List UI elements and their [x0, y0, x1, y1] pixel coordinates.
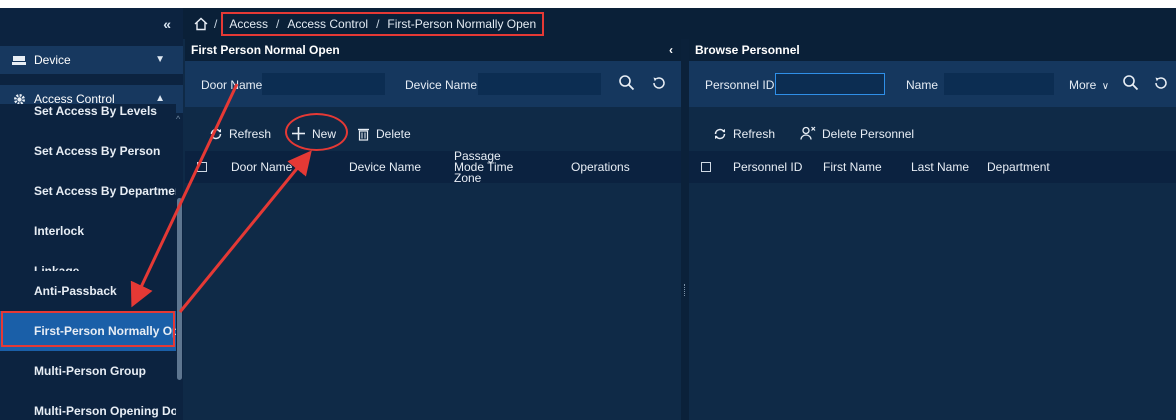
delete-personnel-button[interactable]: Delete Personnel [800, 126, 914, 141]
select-all-checkbox[interactable] [701, 162, 711, 172]
refresh-label: Refresh [229, 127, 272, 141]
sidebar-item-label: Interlock [34, 224, 85, 238]
column-header-first-name[interactable]: First Name [823, 151, 882, 183]
trash-icon [358, 128, 369, 141]
toolbar: Refresh Delete Personnel [689, 121, 1176, 149]
sidebar-group-device[interactable]: Device ▼ [0, 46, 183, 74]
chevron-up-icon: ▲ [155, 93, 165, 104]
chevron-down-icon: ∨ [1101, 81, 1110, 92]
delete-button[interactable]: Delete [357, 127, 411, 141]
browse-personnel-panel: Browse Personnel Personnel ID Name More … [689, 39, 1176, 420]
door-name-label: Door Name [201, 78, 263, 92]
splitter-grip[interactable] [684, 284, 686, 296]
breadcrumb-highlight: Access / Access Control / First-Person N… [221, 11, 545, 36]
new-button-highlight-circle [285, 113, 348, 151]
toolbar: Refresh New Delete [185, 121, 681, 149]
breadcrumb-item-current: First-Person Normally Open [387, 16, 537, 31]
refresh-button[interactable]: Refresh [209, 127, 271, 141]
top-strip [0, 0, 1176, 8]
sidebar-group-label: Device [34, 53, 71, 67]
column-header-passage-mode[interactable]: Passage Mode Time Zone [454, 150, 534, 184]
sidebar-item-multi-person-group[interactable]: Multi-Person Group [0, 351, 176, 391]
collapse-panel-icon[interactable]: ‹ [669, 43, 673, 57]
sidebar-item-set-access-by-department[interactable]: Set Access By Department [0, 171, 176, 211]
column-header-last-name[interactable]: Last Name [911, 151, 969, 183]
search-bar: Personnel ID Name More ∨ [689, 61, 1176, 107]
delete-personnel-label: Delete Personnel [822, 126, 915, 141]
table-header: Personnel ID First Name Last Name Depart… [689, 151, 1176, 183]
sidebar-item-set-access-by-levels[interactable]: Set Access By Levels [0, 104, 176, 124]
sidebar-item-multi-person-opening-door[interactable]: Multi-Person Opening Door [0, 391, 176, 420]
breadcrumb: / Access / Access Control / First-Person… [183, 8, 1176, 39]
sidebar-item-label: Anti-Passback [34, 284, 117, 298]
sidebar-item-label: Multi-Person Opening Door [34, 404, 176, 418]
breadcrumb-separator: / [276, 16, 280, 31]
column-header-personnel-id[interactable]: Personnel ID [733, 151, 802, 183]
column-header-department[interactable]: Department [987, 151, 1050, 183]
personnel-id-input[interactable] [775, 73, 885, 95]
sidebar-scrollbar-thumb[interactable] [177, 198, 182, 380]
sidebar-item-label: Set Access By Person [34, 144, 161, 158]
device-name-input[interactable] [478, 73, 601, 95]
breadcrumb-item-access-control[interactable]: Access Control [287, 17, 368, 31]
first-person-panel: First Person Normal Open ‹ Door Name Dev… [185, 39, 681, 420]
sidebar-item-label: Set Access By Levels [34, 104, 157, 118]
search-icon[interactable] [618, 74, 636, 92]
column-header-operations: Operations [571, 159, 630, 174]
sidebar-selection-highlight [1, 311, 175, 347]
refresh-label: Refresh [733, 127, 776, 141]
delete-label: Delete [376, 127, 411, 141]
breadcrumb-item-access[interactable]: Access [229, 17, 268, 31]
refresh-icon [210, 128, 222, 140]
collapse-sidebar-icon[interactable]: « [163, 16, 171, 32]
home-icon[interactable] [194, 17, 208, 31]
column-header-door-name[interactable]: Door Name [231, 151, 292, 183]
sidebar-item-set-access-by-person[interactable]: Set Access By Person [0, 131, 176, 171]
panel-header: First Person Normal Open ‹ [185, 39, 681, 61]
sidebar-item-label: Set Access By Department [34, 184, 176, 198]
name-input[interactable] [944, 73, 1054, 95]
table-header: Door Name Device Name Passage Mode Time … [185, 150, 681, 184]
more-label: More [1069, 78, 1097, 92]
sidebar-item-anti-passback[interactable]: Anti-Passback [0, 271, 176, 311]
panel-title: First Person Normal Open [191, 43, 340, 57]
sidebar-item-interlock[interactable]: Interlock [0, 211, 176, 251]
column-header-device-name[interactable]: Device Name [349, 151, 421, 183]
personnel-id-label: Personnel ID [705, 78, 775, 92]
reset-icon[interactable] [1152, 74, 1170, 92]
sidebar: « Device ▼ Access Control ▲ Set Access B… [0, 8, 183, 420]
scroll-up-icon[interactable]: ^ [176, 114, 180, 124]
panel-header: Browse Personnel [689, 39, 1176, 61]
device-icon [12, 54, 26, 66]
panel-title: Browse Personnel [695, 43, 800, 57]
breadcrumb-separator: / [376, 16, 380, 31]
device-name-label: Device Name [405, 78, 478, 92]
more-dropdown[interactable]: More ∨ [1069, 78, 1109, 92]
search-bar: Door Name Device Name [185, 61, 681, 107]
chevron-down-icon: ▼ [155, 54, 165, 65]
select-all-checkbox[interactable] [197, 162, 207, 172]
reset-icon[interactable] [650, 74, 668, 92]
breadcrumb-separator: / [214, 16, 218, 31]
search-icon[interactable] [1122, 74, 1140, 92]
name-label: Name [906, 78, 939, 92]
refresh-button[interactable]: Refresh [713, 127, 775, 141]
remove-person-icon [800, 126, 816, 140]
door-name-input[interactable] [262, 73, 385, 95]
panel-splitter[interactable] [681, 39, 689, 420]
sidebar-item-label: Multi-Person Group [34, 364, 146, 378]
refresh-icon [714, 128, 726, 140]
